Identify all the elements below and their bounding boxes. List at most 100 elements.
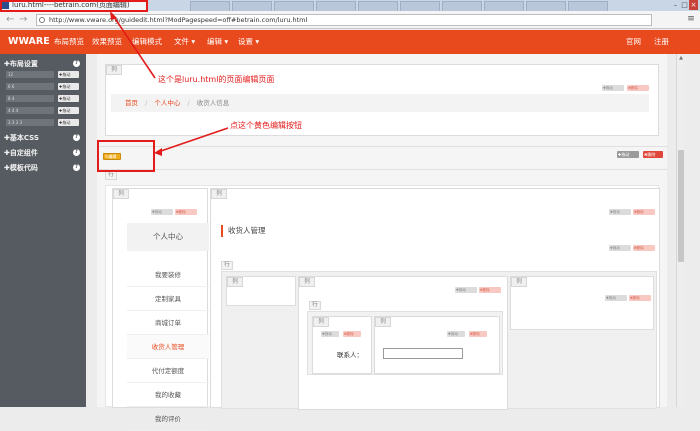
copy-button[interactable]: ✚拖动 [455,287,477,293]
delete-button[interactable]: ✖删除 [629,295,651,301]
copy-button[interactable]: ✚拖动 [151,209,173,215]
background-tab[interactable] [232,1,272,11]
address-bar: ← → http://www.vware.org/guidedit.html?M… [0,11,700,29]
row-tag[interactable]: 行 [221,261,233,270]
delete-button[interactable]: ✖删除 [627,85,649,91]
app-navbar: WWARE 布局预览 效果预览 编辑模式 文件 ▾ 编辑 ▾ 设置 ▾ 官网 注… [0,30,700,54]
left-nav-item-active[interactable]: 收货人管理 [127,335,209,359]
left-nav-title: 个人中心 [127,223,209,251]
copy-button[interactable]: ✚拖动 [447,331,465,337]
copy-button[interactable]: ✚拖动 [609,245,631,251]
nav-register[interactable]: 注册 [654,30,669,54]
delete-button[interactable]: ✖删除 [343,331,361,337]
close-button[interactable]: × [689,0,698,10]
background-tab[interactable] [190,1,230,11]
column-tag[interactable]: 列 [313,317,329,327]
layout-row-12: 12 [6,71,54,78]
drag-button[interactable]: ✚拖动 [58,71,79,78]
left-nav-item[interactable]: 我的收藏 [127,383,209,407]
column-tag[interactable]: 列 [211,189,227,199]
vertical-scrollbar[interactable]: ▲ [676,54,684,407]
column-tag[interactable]: 列 [299,277,315,287]
copy-button[interactable]: ✚拖动 [605,295,627,301]
delete-button[interactable]: ✖删除 [479,287,501,293]
annotation-edit-button: 点这个黄色编辑按钮 [230,121,302,130]
nav-file-menu[interactable]: 文件 ▾ [174,30,195,54]
layout-row-6-6: 6 6 [6,83,54,90]
scroll-up-icon[interactable]: ▲ [677,54,685,62]
drag-button[interactable]: ✚拖动 [617,151,639,158]
column-tag[interactable]: 列 [113,189,129,199]
left-nav-item[interactable]: 商城订单 [127,311,209,335]
sidebar-section-components[interactable]: ✚自定组件 [4,148,38,158]
help-icon[interactable]: ? [73,60,80,67]
globe-icon [39,17,45,23]
menu-icon[interactable]: ≡ [686,14,696,24]
left-nav-item[interactable]: 代付定额度 [127,359,209,383]
nav-effect-preview[interactable]: 效果预览 [92,30,122,54]
section-title: 收货人管理 [221,225,266,237]
background-tab[interactable] [442,1,482,11]
layout-row-4-4-4: 4 4 4 [6,107,54,114]
delete-button[interactable]: ✖删除 [175,209,197,215]
sidebar-section-templates[interactable]: ✚模板代码 [4,163,38,173]
left-nav-item[interactable]: 我要装修 [127,263,209,287]
delete-button[interactable]: ✖删除 [469,331,487,337]
background-tab[interactable] [358,1,398,11]
help-icon[interactable]: ? [73,134,80,141]
drag-button[interactable]: ✚拖动 [58,119,79,126]
copy-button[interactable]: ✚拖动 [321,331,339,337]
column-tag[interactable]: 列 [375,317,391,327]
background-tab[interactable] [400,1,440,11]
help-icon[interactable]: ? [73,164,80,171]
column-tag[interactable]: 列 [227,277,243,287]
delete-button[interactable]: ✖删除 [633,209,655,215]
forward-arrow-icon[interactable]: → [19,14,27,26]
inner-column: 列 [226,276,296,306]
left-column: 列 ✚拖动 ✖删除 个人中心 我要装修 定制家具 商城订单 收货人管理 代付定额… [112,188,209,431]
breadcrumb-center[interactable]: 个人中心 [154,99,180,107]
copy-button[interactable]: ✚拖动 [602,85,624,91]
nav-edit-mode[interactable]: 编辑模式 [132,30,162,54]
background-tab[interactable] [484,1,524,11]
row-toolbar: ✎编辑 ✚拖动 ✖删除 [97,146,667,170]
sidebar-section-basic-css[interactable]: ✚基本CSS [4,133,39,143]
back-arrow-icon[interactable]: ← [6,14,14,26]
inner-column: 列 ✚拖动 ✖删除 [510,276,654,330]
maximize-button[interactable]: □ [680,0,689,10]
copy-button[interactable]: ✚拖动 [609,209,631,215]
left-nav-item[interactable]: 定制家具 [127,287,209,311]
scrollbar-thumb[interactable] [678,150,684,262]
help-icon[interactable]: ? [73,149,80,156]
row-tag[interactable]: 行 [105,171,117,180]
drag-button[interactable]: ✚拖动 [58,107,79,114]
background-tab[interactable] [316,1,356,11]
column-tag[interactable]: 列 [511,277,527,287]
minimize-button[interactable]: – [671,0,680,10]
breadcrumb-home[interactable]: 首页 [125,99,138,107]
background-tab[interactable] [526,1,566,11]
nav-edit-menu[interactable]: 编辑 ▾ [207,30,228,54]
url-input[interactable]: http://www.vware.org/guidedit.html?ModPa… [36,14,652,26]
background-tab[interactable] [568,1,608,11]
layout-row-3-3-3-3: 3 3 3 3 [6,119,54,126]
drag-button[interactable]: ✚拖动 [58,95,79,102]
delete-button[interactable]: ✖删除 [643,151,663,158]
left-nav-item[interactable]: 我的评价 [127,407,209,431]
nav-settings-menu[interactable]: 设置 ▾ [238,30,259,54]
drag-button[interactable]: ✚拖动 [58,83,79,90]
column-tag[interactable]: 列 [106,65,122,75]
nav-layout-preview[interactable]: 布局预览 [54,30,84,54]
contact-label: 联系人： [337,351,363,359]
nested-column: 列 ✚拖动 ✖删除 联系人： [312,316,372,374]
row-tag[interactable]: 行 [309,301,321,310]
delete-button[interactable]: ✖删除 [633,245,655,251]
nested-column: 列 ✚拖动 ✖删除 [374,316,500,374]
background-tab[interactable] [274,1,314,11]
brand-logo[interactable]: WWARE [8,30,50,54]
sidebar-section-layout[interactable]: ✚布局设置 [4,59,38,69]
breadcrumb-current: 收货人信息 [196,99,230,107]
nav-official-site[interactable]: 官网 [626,30,641,54]
contact-input[interactable] [383,348,463,359]
inner-row: 列 列 ✚拖动 ✖删除 行 列 ✚拖动 ✖删除 联系人： 列 ✚拖动 ✖删除 列… [221,271,657,410]
